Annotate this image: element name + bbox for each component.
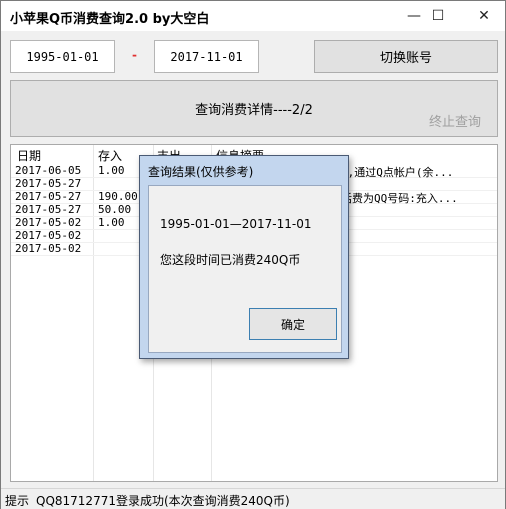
cell-date: 2017-05-27 (15, 203, 82, 216)
query-detail-button[interactable]: 查询消费详情----2/2 (10, 80, 498, 137)
main-window: 小苹果Q币消费查询2.0 by大空白 — ☐ ✕ 1995-01-01 - 20… (0, 0, 506, 509)
status-message: QQ81712771登录成功(本次查询消费240Q币) (36, 494, 290, 508)
stop-query-button[interactable]: 终止查询 (429, 111, 481, 130)
maximize-icon: ☐ (431, 8, 445, 24)
dialog-date-range: 1995-01-01—2017-11-01 (160, 217, 312, 231)
result-dialog[interactable]: 查询结果(仅供参考) 1995-01-01—2017-11-01 您这段时间已消… (139, 155, 349, 359)
end-date-field[interactable]: 2017-11-01 (154, 40, 259, 73)
start-date-field[interactable]: 1995-01-01 (10, 40, 115, 73)
status-bar: 提示 QQ81712771登录成功(本次查询消费240Q币) (1, 488, 505, 509)
minimize-icon: — (407, 8, 421, 24)
cell-deposit: 190.00 (98, 190, 138, 203)
ok-button[interactable]: 确定 (249, 308, 337, 340)
close-icon: ✕ (478, 8, 490, 24)
switch-account-button[interactable]: 切换账号 (314, 40, 498, 73)
dialog-title: 查询结果(仅供参考) (148, 165, 254, 179)
dialog-message: 您这段时间已消费240Q币 (160, 253, 301, 267)
cell-deposit: 50.00 (98, 203, 132, 216)
column-header-deposit[interactable]: 存入 (98, 147, 122, 164)
maximize-button[interactable]: ☐ (420, 1, 456, 31)
date-separator: - (132, 48, 137, 62)
cell-date: 2017-05-02 (15, 229, 82, 242)
cell-deposit: 1.00 (98, 216, 125, 229)
cell-date: 2017-05-27 (15, 177, 82, 190)
dialog-body: 1995-01-01—2017-11-01 您这段时间已消费240Q币 确定 (148, 185, 342, 353)
cell-date: 2017-05-02 (15, 216, 82, 229)
column-header-date[interactable]: 日期 (17, 147, 41, 164)
cell-date: 2017-05-02 (15, 242, 82, 255)
close-button[interactable]: ✕ (466, 1, 502, 31)
cell-date: 2017-05-27 (15, 190, 82, 203)
title-bar[interactable]: 小苹果Q币消费查询2.0 by大空白 — ☐ ✕ (1, 1, 505, 31)
window-title: 小苹果Q币消费查询2.0 by大空白 (10, 12, 210, 27)
cell-date: 2017-06-05 (15, 164, 82, 177)
query-detail-label: 查询消费详情----2/2 (195, 103, 313, 118)
status-label: 提示 (5, 494, 30, 508)
cell-deposit: 1.00 (98, 164, 125, 177)
